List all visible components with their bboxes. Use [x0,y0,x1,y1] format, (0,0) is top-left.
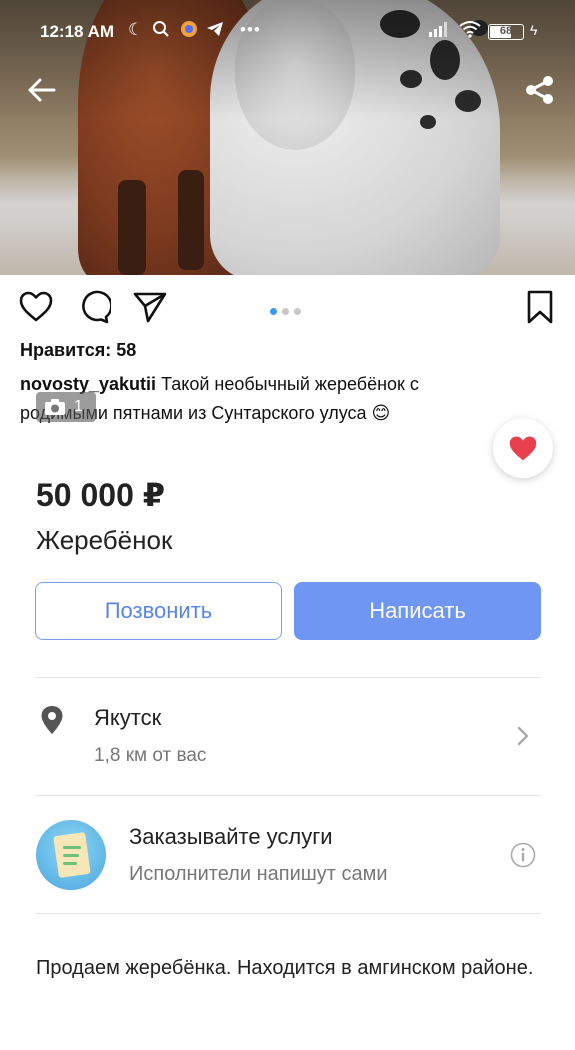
photo-count: 1 [74,398,83,415]
location-pin-icon [41,706,63,734]
checklist-line [63,854,79,857]
call-button[interactable]: Позвонить [35,582,282,640]
battery-indicator: 68 [488,24,524,40]
search-icon [152,20,170,43]
photo-leg [118,180,146,275]
carousel-dot [294,308,301,315]
write-button[interactable]: Написать [294,582,541,640]
post-actions [0,285,575,329]
photo-leg [178,170,204,270]
share-icon [526,76,553,104]
services-title: Заказывайте услуги [129,824,333,849]
signal-icon [428,20,450,43]
photo-count-badge: 1 [36,392,96,422]
carousel-indicator [270,302,306,320]
location-city: Якутск [94,705,162,730]
divider [36,677,541,678]
listing-price: 50 000 ₽ [36,477,166,513]
share-button[interactable] [522,72,558,108]
app-icon [180,20,198,43]
divider [36,795,541,796]
wifi-icon [458,20,482,43]
bookmark-button[interactable] [522,289,558,325]
likes-count[interactable]: Нравится: 58 [20,340,136,361]
carousel-dot [270,308,277,315]
battery-level: 68 [499,25,513,37]
status-time: 12:18 AM [40,22,115,41]
chevron-right-icon [517,726,529,746]
back-arrow-icon [28,78,56,102]
divider [36,913,541,914]
send-button[interactable] [132,289,168,325]
moon-icon: ☾ [128,20,144,39]
carousel-dot [282,308,289,315]
back-button[interactable] [24,72,60,108]
listing-description: Продаем жеребёнка. Находится в амгинском… [36,957,534,979]
more-icon: ••• [240,20,261,39]
checklist-line [63,846,81,849]
like-button[interactable] [18,289,54,325]
heart-filled-icon [509,436,537,461]
comment-icon [82,290,113,324]
services-subtitle: Исполнители напишут сами [129,863,388,885]
camera-icon [45,399,65,415]
status-bar: 12:18 AM ☾ ••• 68 ϟ [0,0,575,64]
telegram-icon [206,20,224,43]
charging-icon: ϟ [530,22,538,38]
favorite-button[interactable] [493,418,553,478]
location-distance: 1,8 км от вас [94,745,207,766]
services-illustration [36,820,106,890]
checklist-line [63,862,77,865]
send-icon [133,292,167,323]
post-username[interactable]: novosty_yakutii [20,374,156,394]
heart-outline-icon [19,291,53,322]
comment-button[interactable] [75,289,113,325]
listing-title: Жеребёнок [36,525,173,555]
info-icon[interactable] [510,842,536,868]
bookmark-icon [527,290,553,324]
